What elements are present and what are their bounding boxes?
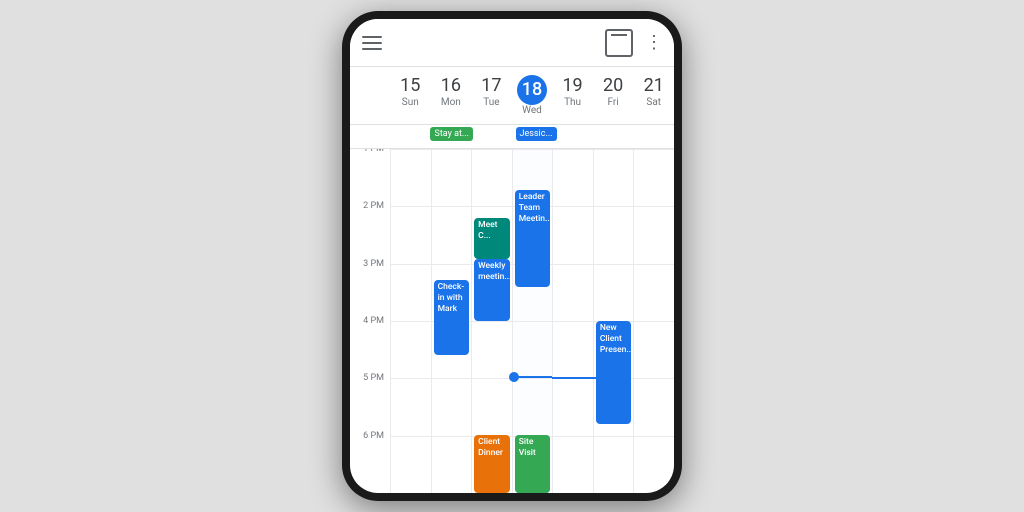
- day-header-row: 15Sun16Mon17Tue18Wed19Thu20Fri21Sat: [350, 67, 674, 125]
- day-column-thu[interactable]: [552, 149, 593, 493]
- hour-line: [472, 378, 512, 379]
- day-header-tue[interactable]: 17Tue: [471, 71, 512, 120]
- hour-line: [634, 378, 674, 379]
- hour-line: [594, 436, 634, 437]
- day-header-sat[interactable]: 21Sat: [633, 71, 674, 120]
- time-label: 1 PM: [363, 149, 384, 154]
- menu-icon[interactable]: [362, 36, 382, 50]
- hour-line: [391, 321, 431, 322]
- calendar-event[interactable]: Meet C...: [474, 218, 510, 259]
- allday-cell-1: Stay at...: [428, 126, 475, 148]
- day-column-fri[interactable]: New Client Presen...: [593, 149, 634, 493]
- more-icon[interactable]: ⋮: [645, 32, 662, 53]
- current-time-line-extend: [552, 377, 612, 379]
- day-column-mon[interactable]: Check-in with Mark: [431, 149, 472, 493]
- hour-line: [472, 321, 512, 322]
- hour-line: [513, 321, 553, 322]
- day-column-wed[interactable]: Leader Team Meetin...Team Meetin...Site …: [512, 149, 553, 493]
- hour-line: [553, 321, 593, 322]
- allday-cell-4: [559, 126, 597, 148]
- hour-line: [553, 264, 593, 265]
- time-gutter-header: [350, 71, 390, 120]
- header-icons: ⋮: [605, 29, 662, 57]
- time-labels: 1 PM 2 PM 3 PM 4 PM 5 PM 6 PM: [350, 149, 390, 493]
- hour-line: [391, 149, 431, 150]
- hour-line: [472, 149, 512, 150]
- hour-line: [594, 264, 634, 265]
- hour-line: [391, 206, 431, 207]
- day-header-wed[interactable]: 18Wed: [512, 71, 553, 120]
- hour-line: [513, 149, 553, 150]
- calendar-event[interactable]: Check-in with Mark: [434, 280, 470, 356]
- hour-line: [634, 206, 674, 207]
- hour-line: [432, 436, 472, 437]
- calendar-event[interactable]: New Client Presen...: [596, 321, 632, 424]
- allday-cell-2: [475, 126, 513, 148]
- hour-line: [553, 206, 593, 207]
- app-header: ⋮: [350, 19, 674, 67]
- day-column-tue[interactable]: Meet C...Weekly meetin... Client Dinner: [471, 149, 512, 493]
- hour-line: [553, 436, 593, 437]
- current-time-indicator: [513, 376, 553, 378]
- phone-frame: ⋮ 15Sun16Mon17Tue18Wed19Thu20Fri21Sat St…: [342, 11, 682, 501]
- hour-line: [432, 149, 472, 150]
- calendar-icon[interactable]: [605, 29, 633, 57]
- calendar-event[interactable]: Leader Team Meetin...: [515, 190, 551, 286]
- days-grid: Check-in with MarkMeet C...Weekly meetin…: [390, 149, 674, 493]
- hour-line: [432, 378, 472, 379]
- time-label: 6 PM: [363, 431, 384, 441]
- hour-line: [634, 264, 674, 265]
- day-header-mon[interactable]: 16Mon: [431, 71, 472, 120]
- day-header-sun[interactable]: 15Sun: [390, 71, 431, 120]
- hour-line: [594, 206, 634, 207]
- time-label: 4 PM: [363, 316, 384, 326]
- calendar-body: 1 PM 2 PM 3 PM 4 PM 5 PM 6 PM Check-in with M…: [350, 149, 674, 493]
- hour-line: [432, 264, 472, 265]
- hour-line: [634, 149, 674, 150]
- calendar-event[interactable]: Weekly meetin...: [474, 259, 510, 321]
- allday-event[interactable]: Jessic...: [516, 127, 557, 141]
- time-label: 5 PM: [363, 373, 384, 383]
- calendar-event[interactable]: Site Visit: [515, 435, 551, 493]
- day-header-fri[interactable]: 20Fri: [593, 71, 634, 120]
- calendar-event[interactable]: Client Dinner: [474, 435, 510, 493]
- hour-line: [391, 264, 431, 265]
- hour-line: [472, 206, 512, 207]
- phone-screen: ⋮ 15Sun16Mon17Tue18Wed19Thu20Fri21Sat St…: [350, 19, 674, 493]
- allday-cell-3: Jessic...: [514, 126, 559, 148]
- hour-line: [391, 378, 431, 379]
- hour-line: [634, 321, 674, 322]
- time-label: 2 PM: [363, 201, 384, 211]
- hour-line: [553, 149, 593, 150]
- time-label: 3 PM: [363, 259, 384, 269]
- allday-cell-0: [390, 126, 428, 148]
- allday-cell-6: [636, 126, 674, 148]
- allday-row: Stay at... Jessic...: [350, 125, 674, 149]
- current-time-dot: [509, 372, 519, 382]
- hour-line: [634, 436, 674, 437]
- day-header-thu[interactable]: 19Thu: [552, 71, 593, 120]
- hour-line: [594, 149, 634, 150]
- day-column-sun[interactable]: [390, 149, 431, 493]
- allday-cell-5: [597, 126, 635, 148]
- allday-event[interactable]: Stay at...: [430, 127, 473, 141]
- hour-line: [391, 436, 431, 437]
- hour-line: [432, 206, 472, 207]
- day-column-sat[interactable]: [633, 149, 674, 493]
